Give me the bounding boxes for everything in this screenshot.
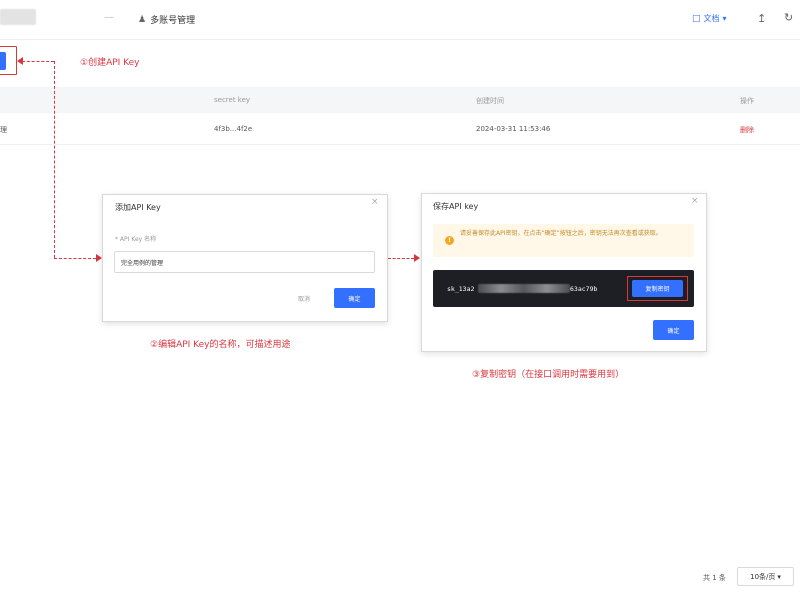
close-icon[interactable]: × (371, 197, 379, 207)
secret-key-prefix: sk_13a2 (447, 285, 475, 293)
connector (388, 258, 414, 259)
cell-name: 理 (0, 126, 7, 134)
logo (0, 9, 36, 25)
refresh-icon[interactable]: ↻ (784, 11, 793, 24)
arrow-right-icon (414, 254, 420, 262)
secret-key-mask (478, 284, 570, 293)
close-icon[interactable]: × (691, 196, 699, 206)
upload-icon[interactable]: ↥ (757, 12, 766, 25)
annotation-step2: ②编辑API Key的名称，可描述用途 (150, 340, 291, 350)
annotation-step1: ①创建API Key (80, 58, 140, 68)
input-value: 完全用例的管理 (121, 259, 164, 267)
page-title-text: 多账号管理 (150, 16, 196, 26)
secret-key-suffix: 63ac79b (570, 285, 598, 293)
connector (54, 258, 96, 259)
chevron-down-icon: ▾ (777, 572, 781, 581)
user-icon: ♟ (138, 14, 147, 25)
create-button-highlight (0, 46, 17, 75)
connector (54, 61, 55, 258)
column-header: 操作 (740, 97, 754, 105)
top-bar (0, 0, 800, 40)
page-size-value: 10条/页 (750, 572, 776, 581)
cell-created-at: 2024-03-31 11:53:46 (476, 125, 551, 133)
copy-key-button[interactable]: 复制密钥 (632, 280, 683, 297)
confirm-button[interactable]: 确定 (653, 320, 694, 340)
column-header: secret key (214, 96, 251, 104)
annotation-step3: ③复制密钥（在接口调用时需要用到） (472, 370, 625, 380)
column-header: 创建时间 (476, 97, 504, 105)
cell-secret-key: 4f3b...4f2e (214, 125, 253, 133)
chevron-down-icon: ▾ (722, 14, 727, 23)
document-icon: □ (692, 13, 701, 24)
delete-link[interactable]: 删除 (740, 125, 754, 135)
cancel-button[interactable]: 取消 (298, 294, 310, 303)
dialog-title: 添加API Key (115, 203, 161, 212)
pagination-total: 共 1 条 (703, 574, 726, 582)
connector (22, 61, 54, 62)
doc-link[interactable]: □ 文档 ▾ (692, 13, 727, 24)
row-divider (0, 144, 800, 145)
page-title: ♟ 多账号管理 (138, 13, 196, 27)
page-size-select[interactable]: 10条/页 ▾ (737, 567, 794, 586)
warning-text: 请妥善保存此API密钥，在点击“确定”按钮之后，密钥无法再次查看或获取。 (460, 230, 662, 237)
dialog-title: 保存API key (433, 202, 479, 211)
doc-label: 文档 (703, 14, 720, 23)
warning-icon: ! (445, 236, 454, 245)
field-label: * API Key 名称 (115, 236, 157, 243)
api-key-name-input[interactable]: 完全用例的管理 (114, 251, 375, 273)
confirm-button[interactable]: 确定 (334, 288, 375, 308)
table-header (0, 87, 800, 113)
nav-separator: — (104, 12, 114, 23)
